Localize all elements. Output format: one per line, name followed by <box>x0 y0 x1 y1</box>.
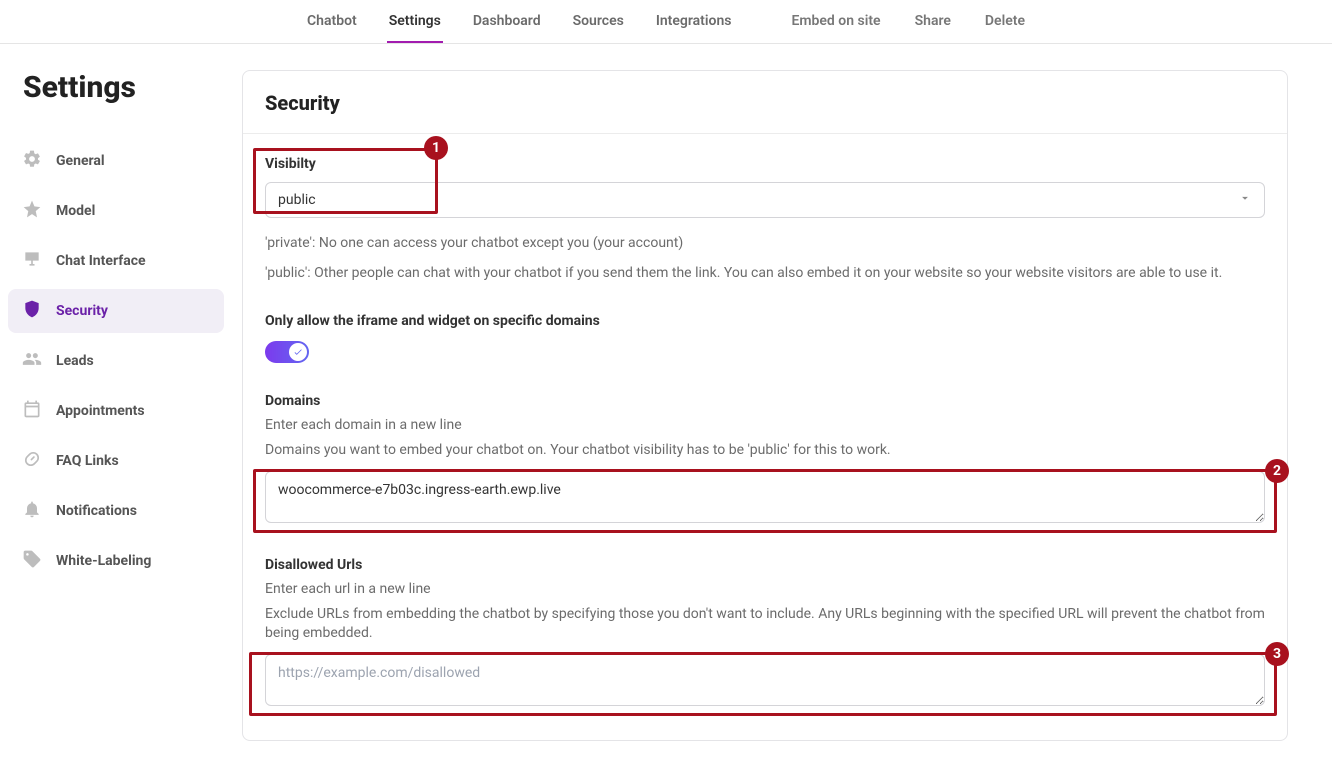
disallowed-label: Disallowed Urls <box>265 557 1265 573</box>
security-card: Security Visibilty public 1 'private': N… <box>242 70 1288 741</box>
sidebar-item-label: Leads <box>56 353 94 369</box>
sidebar-item-security[interactable]: Security <box>8 289 224 333</box>
tab-integrations[interactable]: Integrations <box>654 1 734 43</box>
sidebar-item-label: Chat Interface <box>56 253 146 269</box>
sidebar-item-model[interactable]: Model <box>8 189 224 233</box>
link-icon <box>22 449 42 473</box>
users-icon <box>22 349 42 373</box>
sidebar-item-notifications[interactable]: Notifications <box>8 489 224 533</box>
domains-textarea[interactable] <box>265 471 1265 523</box>
action-delete[interactable]: Delete <box>983 1 1027 43</box>
sidebar-item-label: White-Labeling <box>56 553 151 569</box>
sidebar-item-label: Security <box>56 303 108 319</box>
disallowed-subhint: Enter each url in a new line <box>265 581 1265 597</box>
sidebar-item-label: General <box>56 153 105 169</box>
monitor-icon <box>22 249 42 273</box>
domains-label: Domains <box>265 393 1265 409</box>
sidebar-item-label: Notifications <box>56 503 137 519</box>
star-icon <box>22 199 42 223</box>
page-title: Settings <box>23 70 224 105</box>
tab-sources[interactable]: Sources <box>571 1 626 43</box>
calendar-icon <box>22 399 42 423</box>
tab-settings[interactable]: Settings <box>387 1 443 43</box>
visibility-label: Visibilty <box>265 156 1265 172</box>
sidebar-item-white-labeling[interactable]: White-Labeling <box>8 539 224 583</box>
iframe-toggle[interactable] <box>265 341 309 363</box>
bell-icon <box>22 499 42 523</box>
action-embed-on-site[interactable]: Embed on site <box>789 1 882 43</box>
shield-icon <box>22 299 42 323</box>
sidebar-item-appointments[interactable]: Appointments <box>8 389 224 433</box>
visibility-hint-public: 'public': Other people can chat with you… <box>265 264 1265 284</box>
tab-chatbot[interactable]: Chatbot <box>305 1 359 43</box>
chevron-down-icon <box>1238 191 1252 209</box>
callout-badge-1: 1 <box>424 136 448 160</box>
action-share[interactable]: Share <box>913 1 953 43</box>
iframe-toggle-label: Only allow the iframe and widget on spec… <box>265 313 1265 329</box>
sidebar-item-chat-interface[interactable]: Chat Interface <box>8 239 224 283</box>
domains-subhint: Enter each domain in a new line <box>265 417 1265 433</box>
sidebar-item-general[interactable]: General <box>8 139 224 183</box>
tags-icon <box>22 549 42 573</box>
domains-descr: Domains you want to embed your chatbot o… <box>265 441 1265 461</box>
settings-sidebar: General Model Chat Interface Security <box>8 139 224 583</box>
toggle-knob <box>289 343 307 361</box>
visibility-value: public <box>278 192 316 208</box>
disallowed-descr: Exclude URLs from embedding the chatbot … <box>265 605 1265 644</box>
top-nav: Chatbot Settings Dashboard Sources Integ… <box>0 0 1332 44</box>
callout-badge-3: 3 <box>1265 642 1289 666</box>
visibility-hint-private: 'private': No one can access your chatbo… <box>265 234 1265 254</box>
card-title: Security <box>265 91 1265 115</box>
sidebar-item-label: FAQ Links <box>56 453 119 469</box>
sidebar-item-label: Appointments <box>56 403 145 419</box>
callout-badge-2: 2 <box>1265 459 1289 483</box>
sidebar-item-leads[interactable]: Leads <box>8 339 224 383</box>
visibility-select[interactable]: public <box>265 182 1265 218</box>
sidebar-item-faq-links[interactable]: FAQ Links <box>8 439 224 483</box>
sidebar-item-label: Model <box>56 203 95 219</box>
tab-dashboard[interactable]: Dashboard <box>471 1 543 43</box>
disallowed-textarea[interactable] <box>265 654 1265 706</box>
gear-icon <box>22 149 42 173</box>
